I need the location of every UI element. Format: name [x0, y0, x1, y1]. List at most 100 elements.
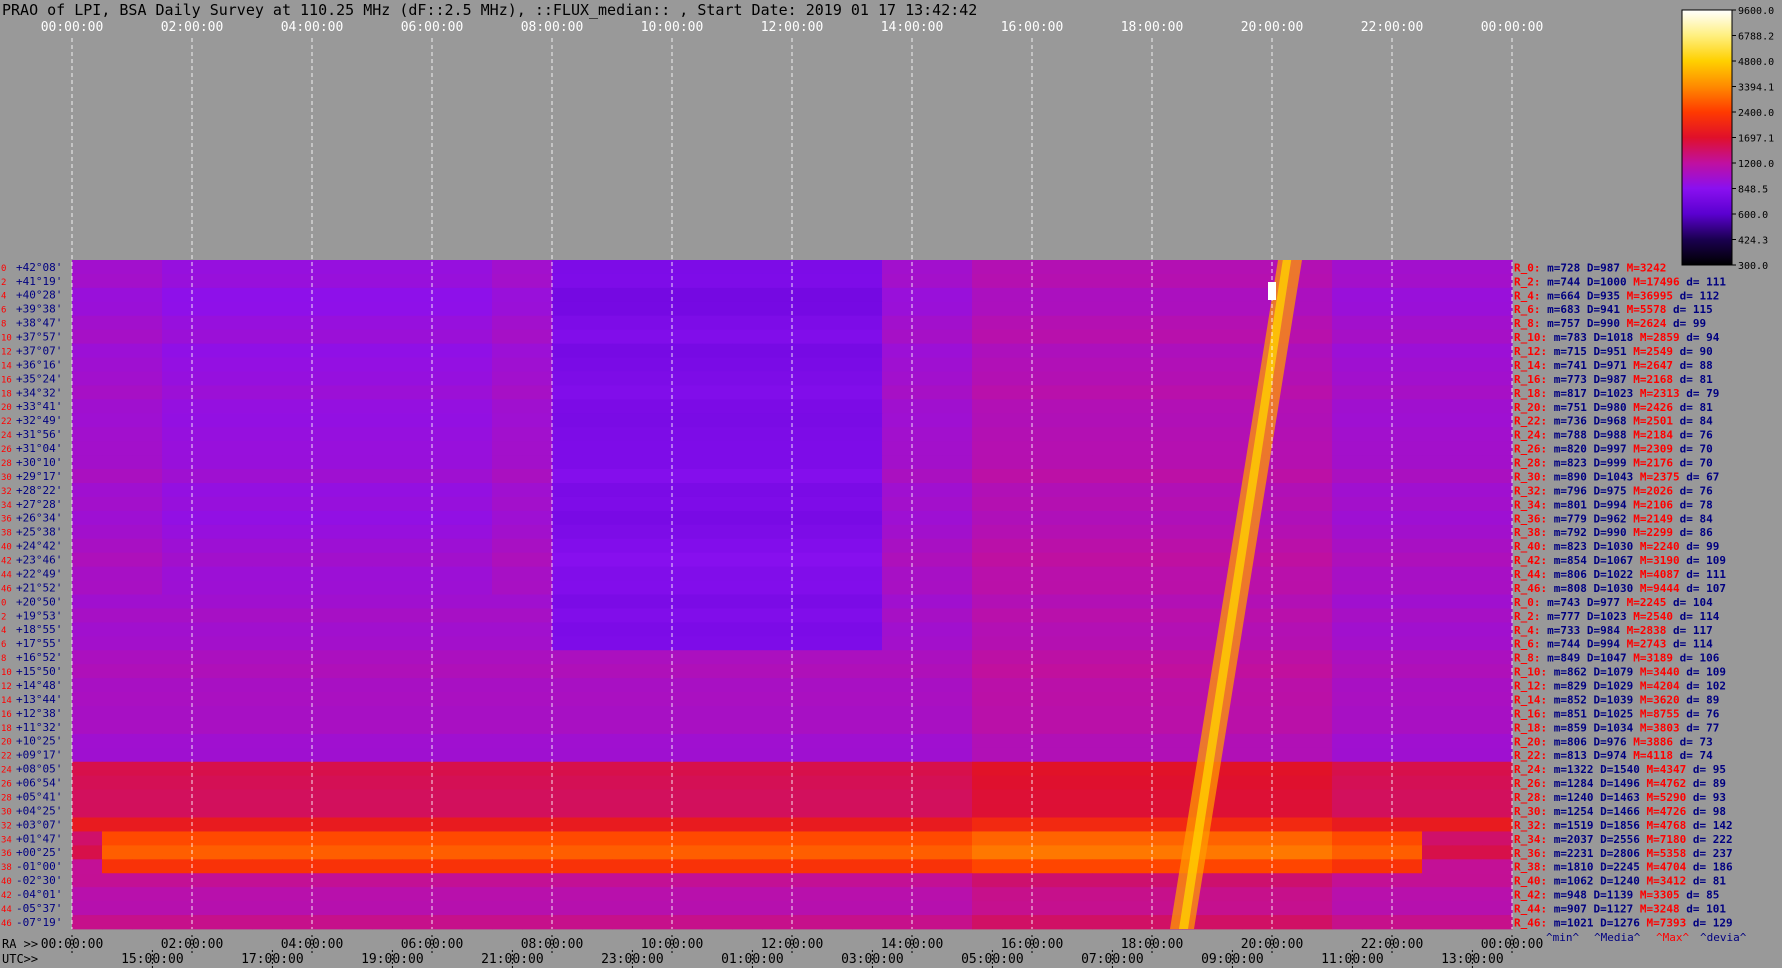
heatmap-cell: [732, 733, 763, 749]
declination-label: +23°46': [16, 554, 62, 567]
heatmap-cell: [1422, 510, 1453, 526]
heatmap-cell: [1002, 719, 1033, 735]
heatmap-cell: [1182, 441, 1213, 456]
declination-label: +04°25': [16, 804, 62, 817]
heatmap-cell: [1242, 608, 1273, 623]
heatmap-cell: [282, 496, 313, 512]
heatmap-cell: [132, 664, 163, 679]
heatmap-cell: [642, 845, 673, 860]
heatmap-cell: [492, 580, 523, 595]
heatmap-cell: [1272, 538, 1303, 554]
heatmap-cell: [1452, 552, 1483, 568]
declination-label: +00°25': [16, 846, 62, 859]
top-axis-tick-label: 02:00:00: [161, 20, 224, 35]
heatmap-cell: [762, 692, 793, 707]
heatmap-cell: [1422, 831, 1453, 846]
heatmap-cell: [372, 873, 403, 888]
heatmap-cell: [102, 678, 133, 693]
heatmap-cell: [342, 469, 373, 484]
heatmap-cell: [1032, 901, 1063, 916]
heatmap-cell: [1032, 385, 1063, 400]
heatmap-cell: [192, 831, 223, 846]
heatmap-cell: [102, 761, 133, 777]
heatmap-cell: [1002, 692, 1033, 707]
heatmap-cell: [702, 719, 733, 735]
heatmap-cell: [252, 678, 283, 693]
heatmap-cell: [282, 719, 313, 735]
heatmap-cell: [372, 789, 403, 804]
heatmap-cell: [1182, 483, 1213, 498]
heatmap-cell: [912, 747, 943, 763]
beam-number: 2: [1, 278, 6, 288]
heatmap-cell: [1152, 636, 1183, 651]
beam-number: 30: [1, 473, 12, 483]
heatmap-cell: [1002, 496, 1033, 512]
heatmap-cell: [552, 455, 583, 470]
heatmap-cell: [552, 636, 583, 651]
heatmap-cell: [342, 608, 373, 623]
heatmap-cell: [102, 524, 133, 540]
heatmap-cell: [1302, 413, 1333, 428]
heatmap-cell: [252, 329, 283, 345]
heatmap-cell: [1422, 260, 1453, 275]
heatmap-cell: [1212, 301, 1243, 317]
heatmap-cell: [1242, 301, 1273, 317]
heatmap-cell: [222, 371, 253, 386]
heatmap-cell: [192, 483, 223, 498]
heatmap-cell: [72, 566, 103, 581]
heatmap-cell: [1422, 455, 1453, 470]
heatmap-cell: [1242, 747, 1273, 763]
heatmap-cell: [432, 845, 463, 860]
heatmap-cell: [492, 719, 523, 735]
heatmap-cell: [822, 399, 853, 414]
heatmap-cell: [1092, 650, 1123, 665]
heatmap-cell: [1392, 915, 1423, 930]
heatmap-cell: [1092, 469, 1123, 484]
declination-label: +32°49': [16, 414, 62, 427]
heatmap-cell: [222, 845, 253, 860]
heatmap-cell: [1482, 831, 1513, 846]
heatmap-cell: [522, 552, 553, 568]
heatmap-cell: [102, 706, 133, 721]
heatmap-cell: [72, 775, 103, 791]
heatmap-cell: [132, 343, 163, 358]
heatmap-cell: [102, 915, 133, 930]
heatmap-cell: [552, 260, 583, 275]
beam-stat-row: R_0: m=728 D=987 M=3242: [1514, 261, 1666, 274]
heatmap-cell: [1002, 803, 1033, 818]
heatmap-cell: [222, 566, 253, 581]
heatmap-cell: [882, 580, 913, 595]
heatmap-cell: [522, 357, 553, 372]
heatmap-cell: [582, 803, 613, 818]
heatmap-cell: [72, 287, 103, 303]
heatmap-cell: [1482, 803, 1513, 818]
heatmap-cell: [642, 831, 673, 846]
heatmap-cell: [1002, 706, 1033, 721]
heatmap-cell: [102, 622, 133, 637]
heatmap-cell: [1392, 441, 1423, 456]
heatmap-cell: [792, 859, 823, 874]
heatmap-cell: [1422, 817, 1453, 832]
heatmap-cell: [1272, 831, 1303, 846]
heatmap-cell: [1062, 859, 1093, 874]
heatmap-cell: [582, 483, 613, 498]
heatmap-cell: [1152, 733, 1183, 749]
beam-number: 18: [1, 389, 12, 399]
heatmap-cell: [372, 552, 403, 568]
heatmap-cell: [252, 287, 283, 303]
heatmap-cell: [1302, 845, 1333, 860]
ra-axis-tick-label: 00:00:00: [1481, 937, 1544, 952]
heatmap-cell: [1122, 287, 1153, 303]
heatmap-cell: [1062, 747, 1093, 763]
heatmap-cell: [402, 678, 433, 693]
heatmap-cell: [1122, 385, 1153, 400]
heatmap-cell: [462, 566, 493, 581]
heatmap-cell: [132, 455, 163, 470]
heatmap-cell: [552, 538, 583, 554]
heatmap-cell: [642, 901, 673, 916]
heatmap-cell: [1032, 775, 1063, 791]
heatmap-cell: [162, 775, 193, 791]
heatmap-cell: [552, 496, 583, 512]
heatmap-cell: [582, 608, 613, 623]
heatmap-cell: [762, 789, 793, 804]
